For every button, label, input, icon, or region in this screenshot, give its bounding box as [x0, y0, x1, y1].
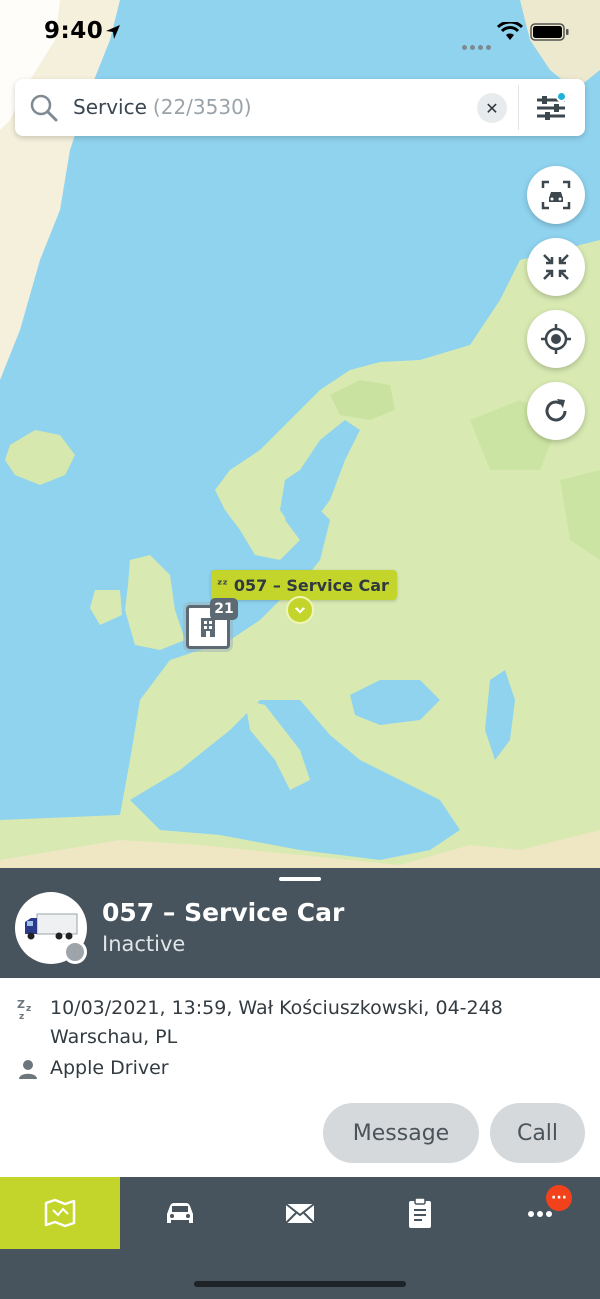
- status-bar: 9:40: [0, 0, 600, 66]
- search-result-count: (22/3530): [152, 95, 252, 119]
- vehicle-title: 057 – Service Car: [102, 898, 345, 927]
- close-icon: ✕: [485, 98, 499, 118]
- cluster-count-badge: 21: [210, 598, 238, 620]
- tab-more[interactable]: ···: [480, 1177, 600, 1249]
- location-arrow-icon: [106, 25, 120, 39]
- vehicle-map-label[interactable]: ᶻᶻ 057 – Service Car: [211, 570, 397, 600]
- car-focus-icon: [541, 180, 571, 210]
- vehicle-details: Z z z 10/03/2021, 13:59, Wał Kościuszkow…: [0, 978, 600, 1177]
- call-button[interactable]: Call: [490, 1103, 585, 1163]
- car-icon: [167, 1203, 193, 1223]
- search-input[interactable]: Service (22/3530): [73, 95, 252, 119]
- last-position-text: 10/03/2021, 13:59, Wał Kościuszkowski, 0…: [50, 997, 503, 1048]
- clear-search-button[interactable]: ✕: [477, 93, 507, 123]
- svg-text:z: z: [19, 1012, 24, 1021]
- tab-logbook[interactable]: [360, 1177, 480, 1249]
- wifi-icon: [497, 22, 523, 40]
- driver-icon: [19, 1060, 37, 1079]
- last-position-row: Z z z 10/03/2021, 13:59, Wał Kościuszkow…: [16, 994, 520, 1052]
- collapse-button[interactable]: [527, 238, 585, 296]
- fit-vehicles-button[interactable]: [527, 166, 585, 224]
- vehicle-avatar: [15, 892, 87, 964]
- status-time: 9:40: [44, 18, 104, 44]
- message-button[interactable]: Message: [323, 1103, 479, 1163]
- mail-icon: [285, 1203, 315, 1224]
- my-location-button[interactable]: [527, 310, 585, 368]
- sleep-icon: Z z z: [17, 998, 31, 1021]
- vehicle-sheet-header[interactable]: 057 – Service Car Inactive: [0, 868, 600, 978]
- battery-icon: [530, 23, 569, 41]
- tab-bar: ···: [0, 1177, 600, 1299]
- search-divider: [518, 85, 519, 130]
- signal-dots-icon: [462, 35, 494, 54]
- sleep-icon: ᶻᶻ: [217, 577, 228, 593]
- map-icon: [44, 1198, 76, 1228]
- filter-button[interactable]: [533, 91, 569, 125]
- vehicle-map-label-text: 057 – Service Car: [233, 575, 389, 595]
- drag-handle[interactable]: [279, 877, 321, 881]
- refresh-button[interactable]: [527, 382, 585, 440]
- svg-text:Z: Z: [17, 998, 25, 1011]
- search-bar[interactable]: Service (22/3530) ✕: [15, 79, 585, 136]
- tab-map[interactable]: [0, 1177, 120, 1249]
- search-icon: [30, 94, 58, 122]
- driver-row: Apple Driver: [16, 1054, 520, 1083]
- vehicle-marker[interactable]: [286, 596, 314, 624]
- home-indicator: [194, 1281, 406, 1287]
- svg-text:z: z: [26, 1004, 31, 1014]
- search-query: Service: [73, 95, 147, 119]
- driver-name: Apple Driver: [50, 1057, 169, 1079]
- tab-messages[interactable]: [240, 1177, 360, 1249]
- crosshair-icon: [541, 324, 571, 354]
- truck-icon: [25, 913, 78, 940]
- vehicle-status: Inactive: [102, 932, 186, 956]
- collapse-arrows-icon: [543, 254, 569, 280]
- clipboard-icon: [409, 1197, 431, 1228]
- refresh-icon: [545, 399, 567, 422]
- inactive-status-dot: [63, 940, 87, 964]
- heading-icon: [294, 607, 306, 614]
- filter-active-indicator: [556, 91, 567, 102]
- notification-badge: ···: [546, 1185, 572, 1211]
- tab-vehicles[interactable]: [120, 1177, 240, 1249]
